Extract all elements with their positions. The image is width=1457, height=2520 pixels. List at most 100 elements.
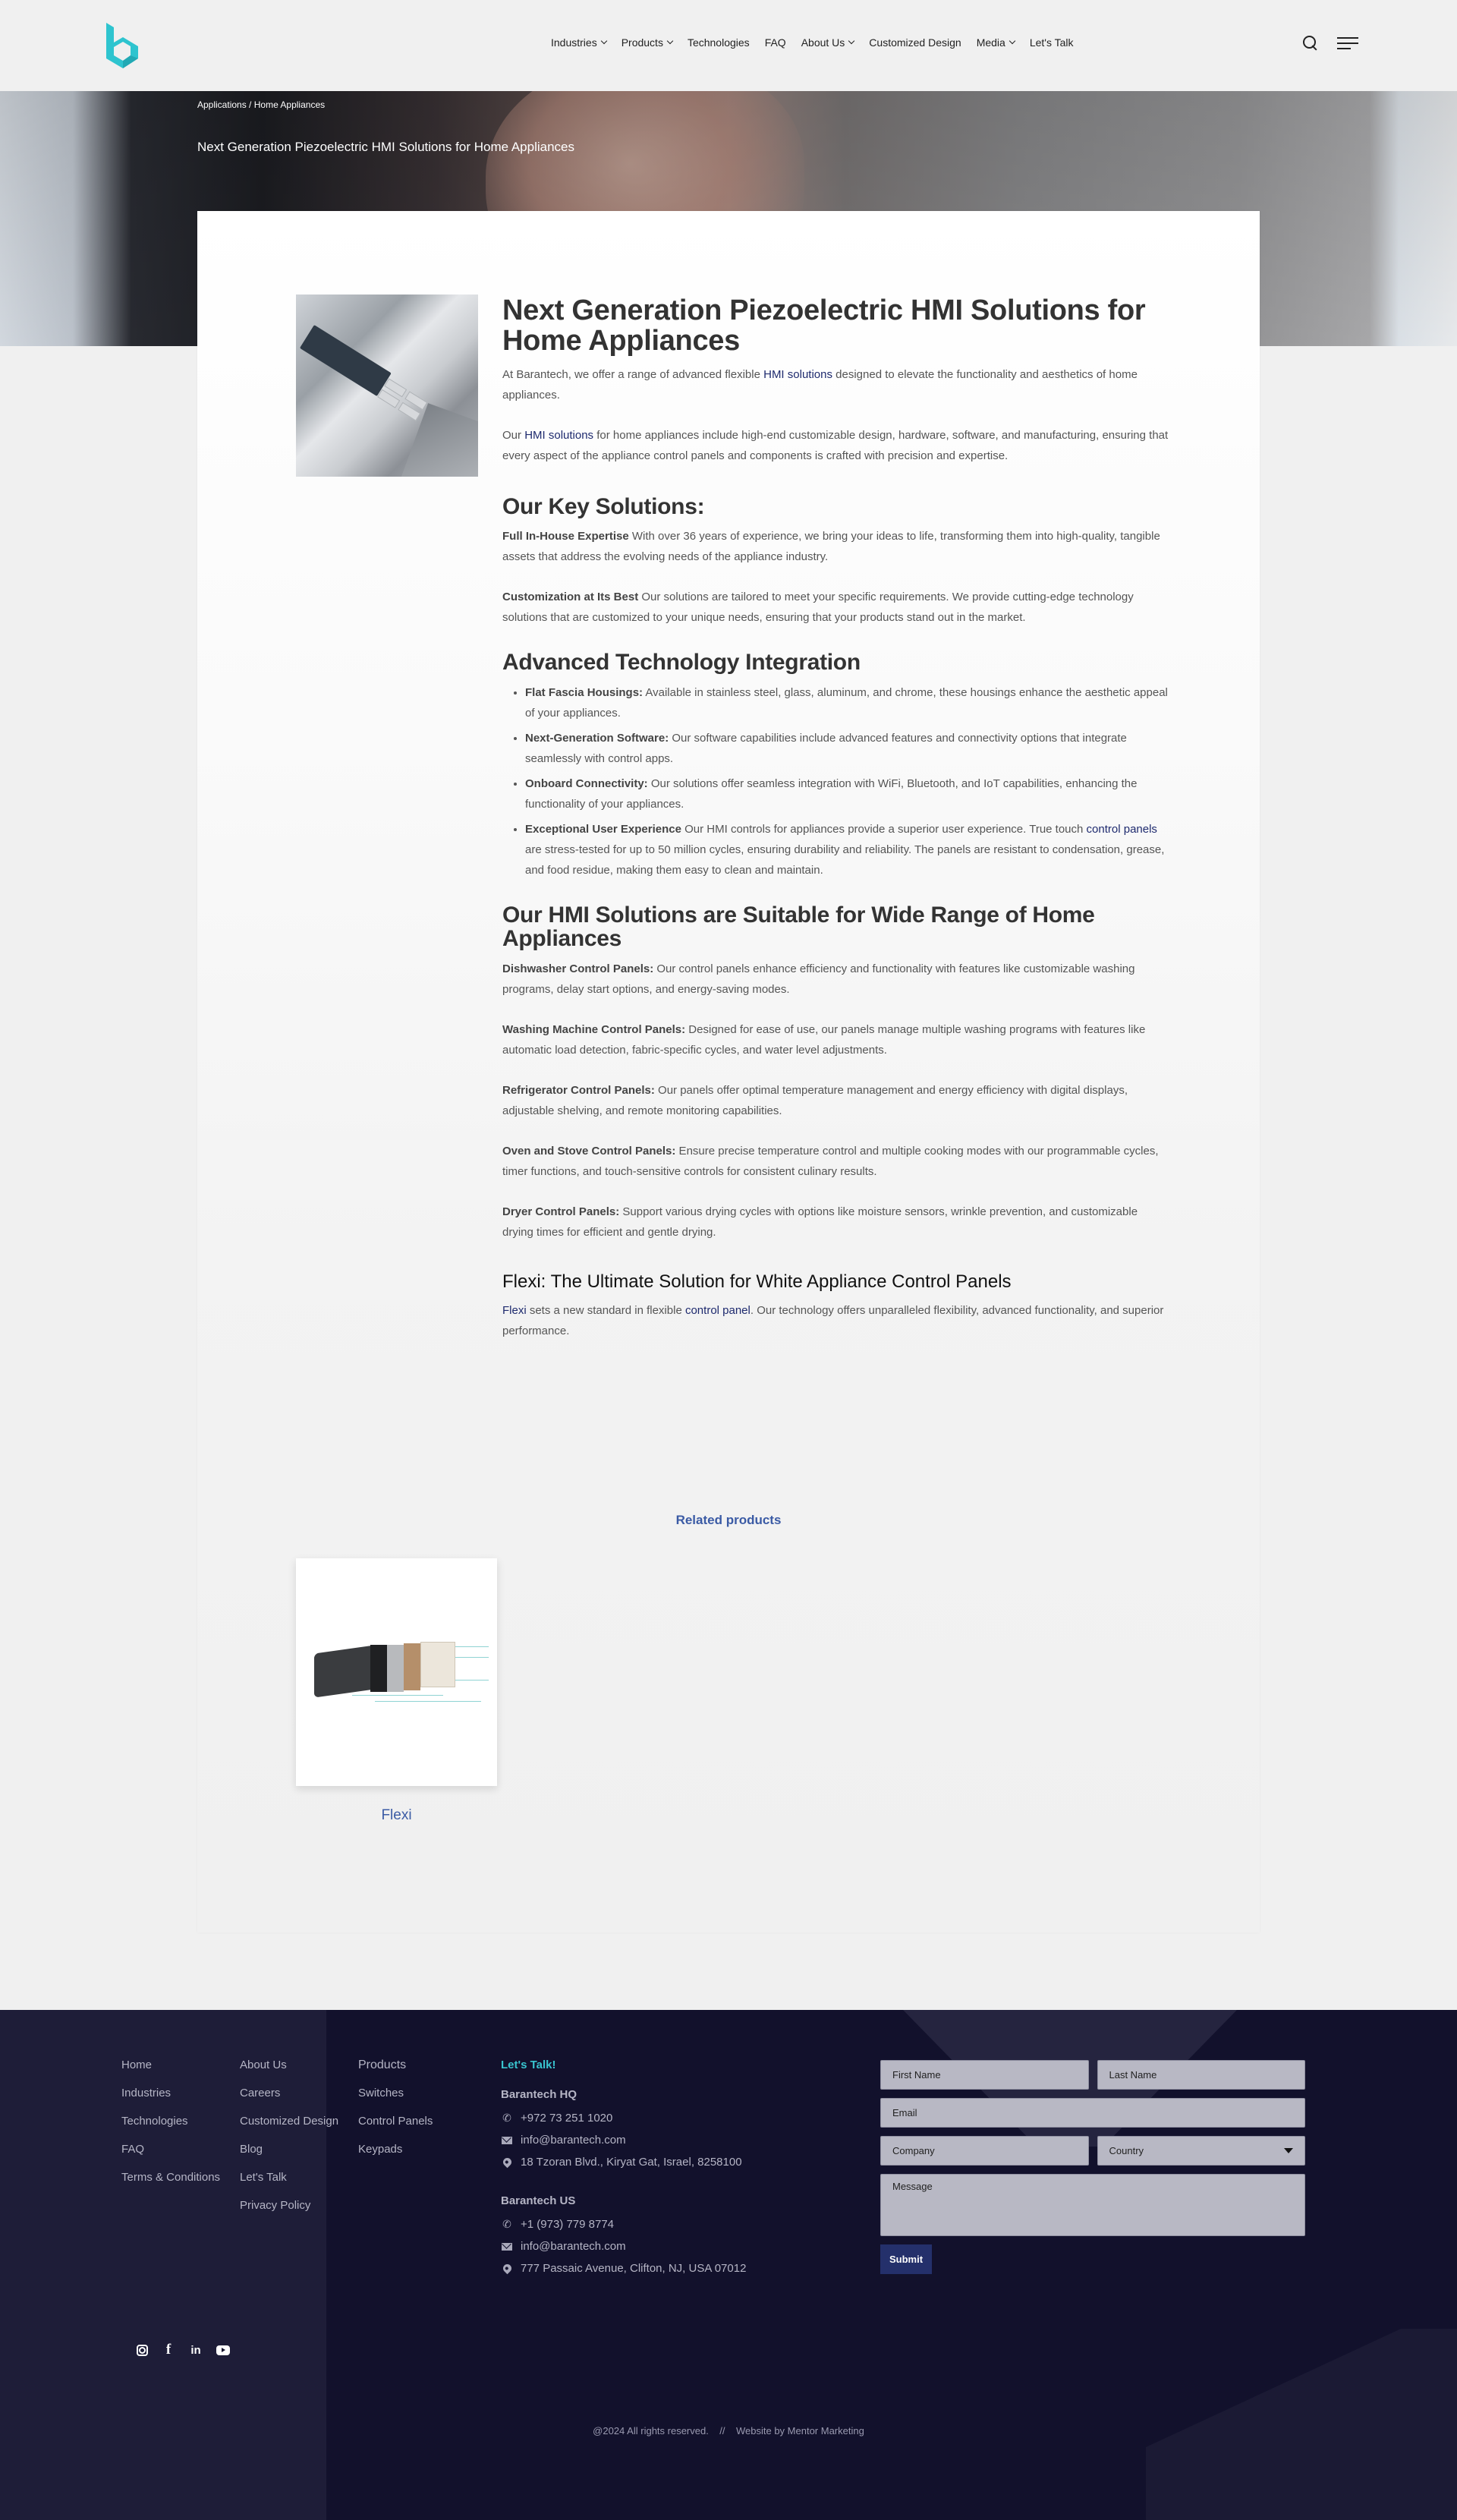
flexi-heading: Flexi: The Ultimate Solution for White A… bbox=[502, 1271, 1012, 1292]
nav-customized-design[interactable]: Customized Design bbox=[869, 36, 961, 49]
footer-links-col2: About Us Careers Customized Design Blog … bbox=[240, 2059, 338, 2227]
nav-about-us[interactable]: About Us bbox=[801, 36, 855, 49]
footer-links-col3: Products Switches Control Panels Keypads bbox=[358, 2059, 433, 2171]
footer-link-keypads[interactable]: Keypads bbox=[358, 2143, 433, 2171]
location-pin-icon bbox=[501, 2262, 513, 2274]
credit-link[interactable]: Website by Mentor Marketing bbox=[736, 2425, 864, 2437]
linkedin-icon[interactable]: in bbox=[189, 2343, 203, 2357]
first-name-field[interactable]: First Name bbox=[880, 2060, 1089, 2090]
hmi-solutions-link[interactable]: HMI solutions bbox=[763, 368, 832, 381]
office-phone[interactable]: ✆ +1 (973) 779 8774 bbox=[501, 2213, 746, 2235]
breadcrumb-current: Home Appliances bbox=[253, 99, 326, 110]
mail-icon-wrap bbox=[501, 2241, 513, 2253]
appliance-panel-image bbox=[296, 295, 478, 477]
chevron-down-icon bbox=[848, 37, 855, 45]
control-panels-link[interactable]: control panels bbox=[1087, 823, 1157, 836]
message-field[interactable]: Message bbox=[880, 2174, 1305, 2236]
control-panel-link[interactable]: control panel bbox=[685, 1304, 751, 1317]
office-email[interactable]: info@barantech.com bbox=[501, 2235, 746, 2257]
nav-products[interactable]: Products bbox=[621, 36, 674, 49]
intro-paragraph: Our HMI solutions for home appliances in… bbox=[502, 425, 1170, 466]
email-text: info@barantech.com bbox=[521, 2134, 626, 2147]
search-icon[interactable] bbox=[1302, 35, 1319, 52]
footer-link-switches[interactable]: Switches bbox=[358, 2087, 433, 2115]
appliance-item: Dryer Control Panels: Support various dr… bbox=[502, 1202, 1170, 1243]
address-text: 18 Tzoran Blvd., Kiryat Gat, Israel, 825… bbox=[521, 2156, 742, 2169]
footer-links-col1: Home Industries Technologies FAQ Terms &… bbox=[121, 2059, 220, 2199]
item-title: Refrigerator Control Panels: bbox=[502, 1083, 655, 1097]
footer-link-about-us[interactable]: About Us bbox=[240, 2059, 338, 2087]
footer-link-control-panels[interactable]: Control Panels bbox=[358, 2115, 433, 2143]
breadcrumb-applications[interactable]: Applications bbox=[197, 99, 247, 110]
nav-label: Media bbox=[976, 36, 1005, 49]
footer-link-terms[interactable]: Terms & Conditions bbox=[121, 2171, 220, 2199]
item-title: Customization at Its Best bbox=[502, 591, 639, 604]
barantech-logo-icon[interactable] bbox=[105, 23, 143, 70]
last-name-field[interactable]: Last Name bbox=[1097, 2060, 1305, 2090]
mail-icon bbox=[502, 2136, 512, 2144]
nav-label: Industries bbox=[551, 36, 597, 49]
item-title: Next-Generation Software: bbox=[525, 731, 669, 745]
email-field[interactable]: Email bbox=[880, 2098, 1305, 2128]
appliance-item: Dishwasher Control Panels: Our control p… bbox=[502, 959, 1170, 1000]
office-address: 18 Tzoran Blvd., Kiryat Gat, Israel, 825… bbox=[501, 2151, 746, 2173]
country-select[interactable]: Country bbox=[1097, 2136, 1305, 2166]
footer-link-lets-talk[interactable]: Let's Talk bbox=[240, 2171, 338, 2199]
footer-link-industries[interactable]: Industries bbox=[121, 2087, 220, 2115]
breadcrumb: Applications / Home Appliances bbox=[197, 99, 325, 110]
nav-lets-talk[interactable]: Let's Talk bbox=[1030, 36, 1074, 49]
facebook-icon[interactable]: f bbox=[162, 2342, 175, 2358]
phone-text: +972 73 251 1020 bbox=[521, 2112, 613, 2125]
text: for home appliances include high-end cus… bbox=[502, 428, 1169, 462]
list-item: Exceptional User Experience Our HMI cont… bbox=[525, 819, 1170, 880]
office-name: Barantech US bbox=[501, 2194, 576, 2207]
footer-link-technologies[interactable]: Technologies bbox=[121, 2115, 220, 2143]
youtube-icon[interactable] bbox=[216, 2345, 230, 2355]
nav-media[interactable]: Media bbox=[976, 36, 1016, 49]
content-card: Next Generation Piezoelectric HMI Soluti… bbox=[197, 211, 1260, 1933]
product-card-flexi[interactable] bbox=[296, 1558, 497, 1786]
office-name: Barantech HQ bbox=[501, 2088, 577, 2101]
appliance-item: Washing Machine Control Panels: Designed… bbox=[502, 1019, 1170, 1060]
display-screen bbox=[299, 325, 392, 397]
hmi-solutions-link[interactable]: HMI solutions bbox=[524, 429, 593, 442]
item-title: Onboard Connectivity: bbox=[525, 776, 648, 790]
footer-bg-shape bbox=[1146, 2329, 1457, 2520]
contact-form: First Name Last Name Email Company Count… bbox=[880, 2060, 1305, 2274]
item-title: Exceptional User Experience bbox=[525, 822, 681, 836]
office-address: 777 Passaic Avenue, Clifton, NJ, USA 070… bbox=[501, 2257, 746, 2279]
footer-link-privacy-policy[interactable]: Privacy Policy bbox=[240, 2199, 338, 2227]
flexi-product-image bbox=[307, 1642, 489, 1703]
hero-title: Next Generation Piezoelectric HMI Soluti… bbox=[197, 140, 575, 154]
address-text: 777 Passaic Avenue, Clifton, NJ, USA 070… bbox=[521, 2262, 747, 2275]
phone-icon: ✆ bbox=[502, 2112, 511, 2124]
flexi-link[interactable]: Flexi bbox=[502, 1304, 527, 1317]
company-field[interactable]: Company bbox=[880, 2136, 1089, 2166]
mail-icon bbox=[502, 2242, 512, 2251]
office-phone[interactable]: ✆ +972 73 251 1020 bbox=[501, 2107, 746, 2129]
country-select-value: Country bbox=[1109, 2145, 1144, 2156]
footer-link-home[interactable]: Home bbox=[121, 2059, 220, 2087]
key-solution-item: Full In-House Expertise With over 36 yea… bbox=[502, 526, 1170, 567]
footer-link-customized-design[interactable]: Customized Design bbox=[240, 2115, 338, 2143]
footer-link-products[interactable]: Products bbox=[358, 2059, 433, 2087]
office-email[interactable]: info@barantech.com bbox=[501, 2129, 746, 2151]
product-name-flexi[interactable]: Flexi bbox=[296, 1807, 497, 1824]
footer-link-faq[interactable]: FAQ bbox=[121, 2143, 220, 2171]
item-title: Flat Fascia Housings: bbox=[525, 685, 644, 699]
list-item: Next-Generation Software: Our software c… bbox=[525, 728, 1170, 769]
nav-industries[interactable]: Industries bbox=[551, 36, 607, 49]
lets-talk-heading: Let's Talk! bbox=[501, 2059, 556, 2071]
nav-label: Products bbox=[621, 36, 663, 49]
instagram-icon[interactable] bbox=[137, 2344, 148, 2356]
pin-icon-wrap bbox=[501, 2262, 513, 2275]
caret-down-icon bbox=[1284, 2148, 1293, 2153]
footer-contact: Let's Talk! Barantech HQ ✆ +972 73 251 10… bbox=[501, 2059, 746, 2279]
nav-technologies[interactable]: Technologies bbox=[688, 36, 750, 49]
menu-icon[interactable] bbox=[1337, 36, 1358, 50]
submit-button[interactable]: Submit bbox=[880, 2244, 933, 2274]
nav-faq[interactable]: FAQ bbox=[765, 36, 786, 49]
chevron-down-icon bbox=[1009, 37, 1016, 45]
footer-link-careers[interactable]: Careers bbox=[240, 2087, 338, 2115]
footer-link-blog[interactable]: Blog bbox=[240, 2143, 338, 2171]
